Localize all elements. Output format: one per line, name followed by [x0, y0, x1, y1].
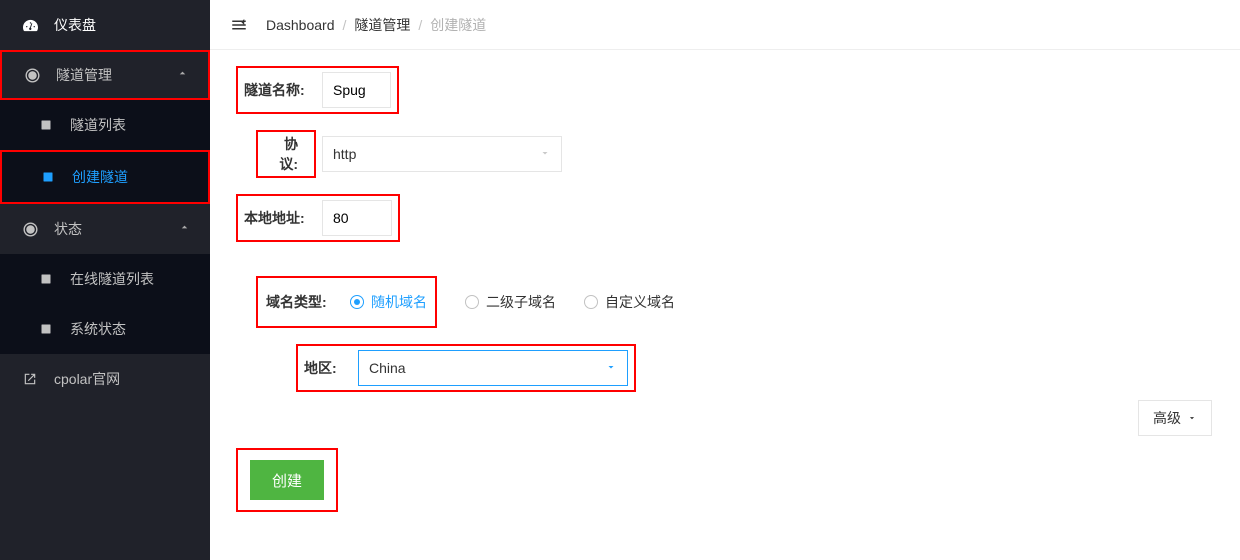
radio-icon: [350, 295, 364, 309]
sidebar-item-dashboard[interactable]: 仪表盘: [0, 0, 210, 50]
sidebar-item-label: cpolar官网: [54, 369, 190, 389]
sidebar-item-status[interactable]: 状态: [0, 204, 210, 254]
external-link-icon: [20, 372, 40, 386]
radio-label: 自定义域名: [605, 292, 675, 312]
highlight-tunnel-name: 隧道名称:: [236, 66, 399, 114]
target-icon: [20, 222, 40, 237]
radio-domain-custom[interactable]: 自定义域名: [584, 292, 675, 312]
advanced-button[interactable]: 高级: [1138, 400, 1212, 436]
chevron-up-icon: [179, 222, 190, 236]
breadcrumb-sep: /: [418, 17, 422, 33]
highlight-create: 创建: [236, 448, 338, 512]
breadcrumb-sep: /: [343, 17, 347, 33]
label-domain-type: 域名类型:: [266, 284, 342, 320]
sidebar-sub-online-tunnels[interactable]: 在线隧道列表: [0, 254, 210, 304]
radio-domain-subdomain[interactable]: 二级子域名: [465, 292, 556, 312]
sidebar-item-cpolar-site[interactable]: cpolar官网: [0, 354, 210, 404]
breadcrumb-item[interactable]: Dashboard: [266, 17, 335, 33]
gauge-icon: [20, 18, 40, 33]
highlight-local-addr: 本地地址:: [236, 194, 400, 242]
sidebar-sub-system-status[interactable]: 系统状态: [0, 304, 210, 354]
sidebar-sub-create-tunnel[interactable]: 创建隧道: [2, 152, 208, 202]
highlight-region: 地区: China: [296, 344, 636, 392]
target-icon: [22, 68, 42, 83]
advanced-label: 高级: [1153, 408, 1181, 428]
chevron-down-icon: [539, 147, 551, 162]
breadcrumb-item[interactable]: 隧道管理: [354, 15, 410, 35]
sidebar-item-tunnel-manage[interactable]: 隧道管理: [0, 50, 210, 100]
radio-label: 随机域名: [371, 292, 427, 312]
grid-icon: [40, 273, 58, 285]
chevron-down-icon: [605, 361, 617, 376]
region-select[interactable]: China: [358, 350, 628, 386]
label-protocol: 协议:: [266, 136, 306, 172]
radio-domain-random[interactable]: 随机域名: [350, 292, 427, 312]
menu-fold-icon[interactable]: [230, 16, 248, 34]
highlight-domain-type: 域名类型: 随机域名: [256, 276, 437, 328]
sidebar-item-label: 仪表盘: [54, 15, 190, 35]
region-select-value: China: [369, 360, 406, 376]
content: 隧道名称: 协议: http 本地地址:: [210, 50, 1240, 560]
sidebar-item-label: 隧道管理: [56, 65, 177, 85]
topbar: Dashboard / 隧道管理 / 创建隧道: [210, 0, 1240, 50]
protocol-select[interactable]: http: [322, 136, 562, 172]
sidebar-item-label: 创建隧道: [72, 167, 128, 187]
create-button[interactable]: 创建: [250, 460, 324, 500]
radio-icon: [465, 295, 479, 309]
sidebar: 仪表盘 隧道管理 隧道列表 创建隧道: [0, 0, 210, 560]
grid-icon: [40, 323, 58, 335]
main: Dashboard / 隧道管理 / 创建隧道 隧道名称: 协议: http: [210, 0, 1240, 560]
sidebar-item-label: 隧道列表: [70, 115, 126, 135]
breadcrumb-item-current: 创建隧道: [430, 15, 486, 35]
highlight-protocol: 协议:: [256, 130, 316, 178]
grid-icon: [40, 119, 58, 131]
sidebar-item-label: 状态: [54, 219, 179, 239]
radio-label: 二级子域名: [486, 292, 556, 312]
grid-icon: [42, 171, 60, 183]
sidebar-item-label: 系统状态: [70, 319, 126, 339]
local-addr-input[interactable]: [322, 200, 392, 236]
label-region: 地区:: [304, 350, 352, 386]
chevron-up-icon: [177, 68, 188, 82]
label-tunnel-name: 隧道名称:: [244, 72, 316, 108]
protocol-select-value: http: [333, 146, 356, 162]
label-local-addr: 本地地址:: [244, 200, 316, 236]
sidebar-item-label: 在线隧道列表: [70, 269, 154, 289]
sidebar-sub-tunnel-list[interactable]: 隧道列表: [0, 100, 210, 150]
caret-down-icon: [1187, 410, 1197, 426]
radio-icon: [584, 295, 598, 309]
tunnel-name-input[interactable]: [322, 72, 391, 108]
